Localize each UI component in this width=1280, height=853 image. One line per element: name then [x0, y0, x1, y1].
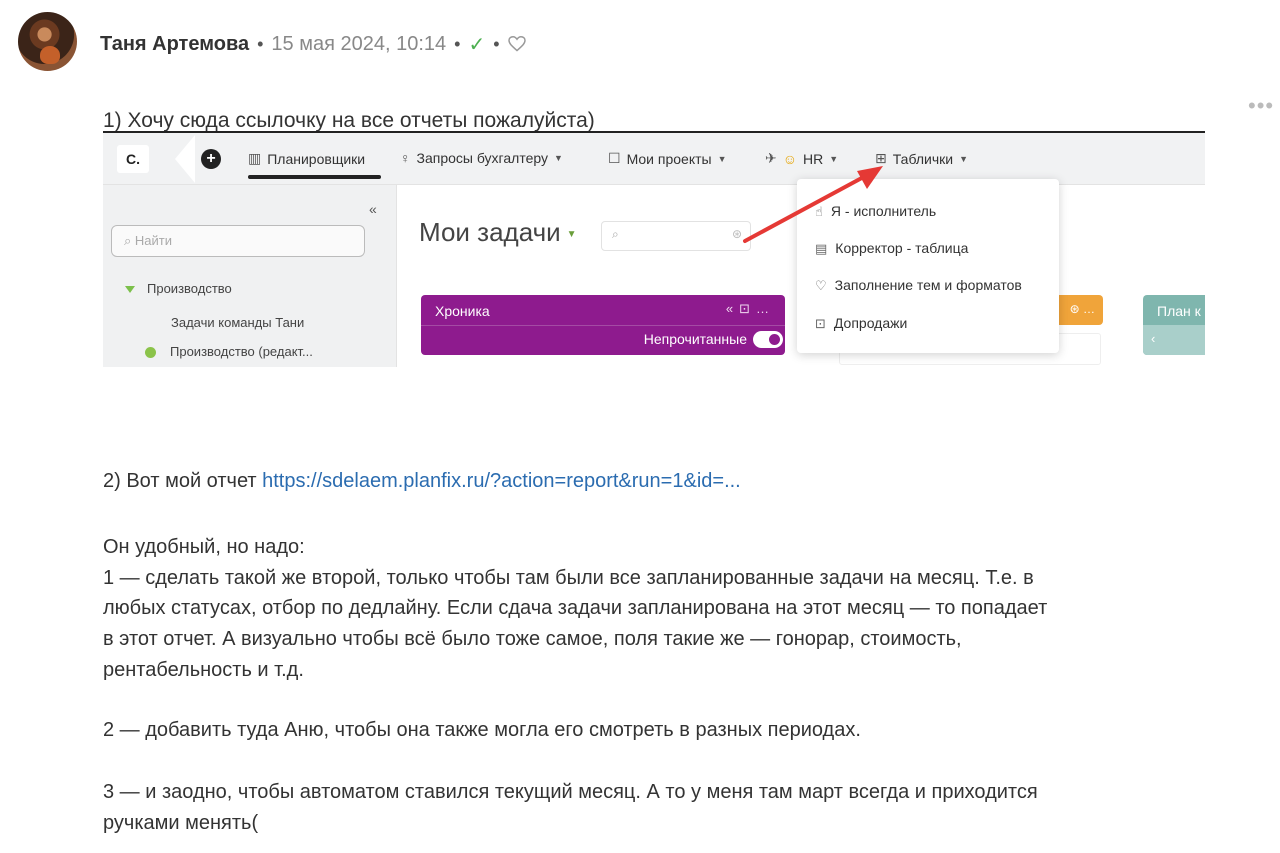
paragraph-1-line: в этот отчет. А визуально чтобы всё было…	[103, 628, 962, 650]
separator-dot: •	[257, 33, 264, 54]
nav-accounting: ♀ Запросы бухгалтеру ▼	[400, 150, 563, 166]
nav-label: Планировщики	[267, 150, 366, 167]
nav-label: Мои проекты	[626, 150, 712, 167]
collapse-icon: «	[369, 201, 377, 217]
add-icon: +	[201, 149, 221, 169]
search-icon: ⌕	[612, 227, 619, 241]
expand-triangle-icon	[125, 286, 135, 294]
plan-card-nav: ‹	[1143, 325, 1205, 355]
caret-down-icon: ▼	[566, 228, 577, 240]
table-icon: ⊞	[875, 150, 887, 166]
nav-label: Таблички	[892, 150, 954, 167]
tasks-title-text: Мои задачи	[419, 217, 561, 247]
nav-tables: ⊞ Таблички ▼	[875, 150, 968, 167]
lightbulb-icon: ♀	[400, 150, 411, 166]
separator-dot: •	[493, 33, 500, 54]
app-logo: С.	[117, 145, 149, 173]
nav-planners: ▥ Планировщики	[248, 150, 365, 167]
list-icon: ▤	[815, 241, 828, 256]
nav-label: HR	[803, 150, 824, 167]
post-header: Таня Артемова • 15 мая 2024, 10:14 • ✓ •	[100, 30, 526, 58]
caret-down-icon: ▼	[829, 153, 839, 164]
heart-icon[interactable]	[507, 36, 526, 52]
sidebar-search: ⌕ Найти	[111, 225, 365, 257]
app-topbar: С. + ▥ Планировщики ♀ Запросы бухгалтеру ▼ …	[103, 133, 1205, 185]
report-link[interactable]: https://sdelaem.planfix.ru/?action=repor…	[262, 470, 741, 492]
plan-card: План к ‹	[1143, 295, 1205, 355]
unread-label: Непрочитанные	[643, 331, 747, 347]
tasks-title: Мои задачи ▼	[419, 217, 577, 248]
sidebar-item-production: Производство	[125, 281, 232, 296]
paragraph-intro: Он удобный, но надо:	[103, 536, 305, 558]
smile-icon: ☺	[782, 150, 798, 167]
more-dots-icon[interactable]: •••	[1248, 95, 1274, 117]
search-placeholder: Найти	[134, 233, 173, 248]
paragraph-3-line: 3 — и заодно, чтобы автоматом ставился т…	[103, 781, 1038, 803]
rocket-icon: ✈	[765, 150, 777, 166]
active-tab-underline	[248, 175, 381, 179]
post-datetime: 15 мая 2024, 10:14	[271, 32, 447, 55]
chat-icon: ♡	[815, 278, 827, 293]
report-text: 2) Вот мой отчет	[103, 470, 263, 492]
calendar-icon: ▥	[248, 150, 262, 166]
sidebar-item-team-tasks: Задачи команды Тани	[171, 315, 304, 330]
message-line-2: 2) Вот мой отчет https://sdelaem.planfix…	[103, 466, 741, 497]
dropdown-item-label: Я - исполнитель	[830, 203, 937, 219]
hand-icon: ☝	[815, 204, 823, 219]
paragraph-1-line: 1 — сделать такой же второй, только чтоб…	[103, 567, 1034, 589]
check-icon: ✓	[468, 33, 486, 56]
nav-hr: ✈ ☺ HR ▼	[765, 150, 838, 167]
avatar[interactable]	[18, 12, 77, 71]
chronicle-card: Хроника «⊡… Непрочитанные	[421, 295, 785, 355]
dropdown-item-topics: ♡ Заполнение тем и форматов	[815, 277, 1022, 294]
sidebar-item-label: Задачи команды Тани	[171, 315, 305, 330]
dropdown-item-label: Допродажи	[833, 315, 908, 331]
sidebar-item-label: Производство	[147, 281, 232, 296]
logo-notch	[175, 135, 195, 183]
tables-dropdown: ☝ Я - исполнитель ▤ Корректор - таблица ♡ З…	[797, 179, 1059, 353]
caret-down-icon: ▼	[553, 153, 563, 163]
filter-icon: ⊛	[731, 227, 742, 241]
card-divider	[421, 325, 785, 326]
nav-projects: ☐ Мои проекты ▼	[608, 150, 727, 167]
dropdown-item-label: Корректор - таблица	[835, 240, 969, 256]
caret-down-icon: ▼	[717, 153, 727, 164]
paragraph-2: 2 — добавить туда Аню, чтобы она также м…	[103, 719, 861, 741]
sidebar-item-label: Производство (редакт...	[170, 344, 313, 359]
document-icon: ⊡	[815, 316, 826, 331]
embedded-screenshot: С. + ▥ Планировщики ♀ Запросы бухгалтеру ▼ …	[103, 131, 1205, 367]
card-tools-icon: «⊡…	[725, 301, 775, 316]
caret-down-icon: ▼	[959, 153, 968, 164]
dropdown-item-corrector: ▤ Корректор - таблица	[815, 240, 968, 257]
chronicle-title: Хроника	[435, 303, 490, 319]
dropdown-item-executor: ☝ Я - исполнитель	[815, 203, 936, 220]
paragraph-3-line: ручками менять(	[103, 812, 259, 834]
separator-dot: •	[454, 33, 461, 54]
nav-label: Запросы бухгалтеру	[416, 150, 548, 166]
paragraph-1-line: рентабельность и т.д.	[103, 659, 304, 681]
tasks-search: ⌕ ⊛	[601, 221, 751, 251]
sidebar-item-production-edit: Производство (редакт...	[145, 344, 313, 359]
plan-card-title: План к	[1157, 303, 1201, 319]
dropdown-item-label: Заполнение тем и форматов	[834, 277, 1022, 293]
unread-toggle	[753, 331, 783, 348]
author-name[interactable]: Таня Артемова	[100, 33, 249, 56]
paragraph-1-line: любых статусах, отбор по дедлайну. Если …	[103, 597, 1048, 619]
dropdown-item-upsell: ⊡ Допродажи	[815, 315, 907, 332]
briefcase-icon: ☐	[608, 150, 621, 166]
app-sidebar: « ⌕ Найти Производство Задачи команды Та…	[103, 185, 397, 367]
status-dot-icon	[145, 347, 156, 359]
